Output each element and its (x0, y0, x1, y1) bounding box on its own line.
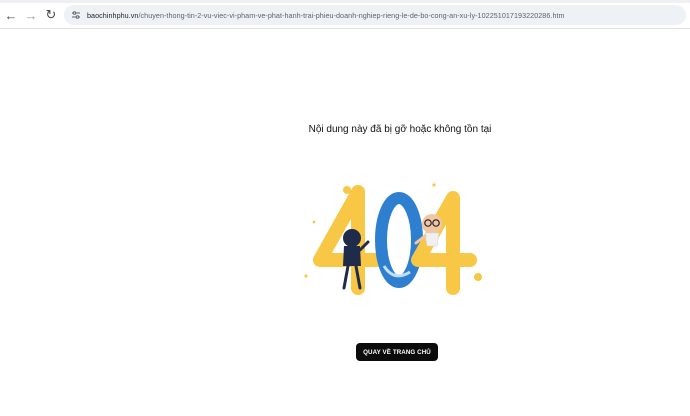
arrow-left-icon: ← (4, 7, 18, 23)
toolbar-divider (0, 28, 690, 29)
reload-icon: ↻ (45, 7, 57, 22)
404-illustration (298, 180, 498, 298)
forward-button[interactable]: → (21, 5, 41, 25)
back-button[interactable]: ← (1, 5, 21, 25)
site-info-icon[interactable] (67, 6, 85, 24)
reload-button[interactable]: ↻ (41, 5, 61, 25)
url-text[interactable]: baochinhphu.vn/chuyen-thong-tin-2-vu-vie… (87, 11, 565, 20)
url-path: /chuyen-thong-tin-2-vu-viec-vi-pham-ve-p… (138, 10, 565, 20)
arrow-right-icon: → (24, 7, 38, 23)
address-bar[interactable]: baochinhphu.vn/chuyen-thong-tin-2-vu-vie… (64, 5, 686, 25)
home-button[interactable]: QUAY VỀ TRANG CHỦ (356, 343, 438, 361)
url-domain: baochinhphu.vn (87, 10, 139, 20)
browser-toolbar: ← → ↻ baochinhphu.vn/chuyen-thong-tin-2-… (0, 3, 690, 27)
not-found-message: Nội dung này đã bị gỡ hoặc không tồn tại (308, 124, 492, 135)
